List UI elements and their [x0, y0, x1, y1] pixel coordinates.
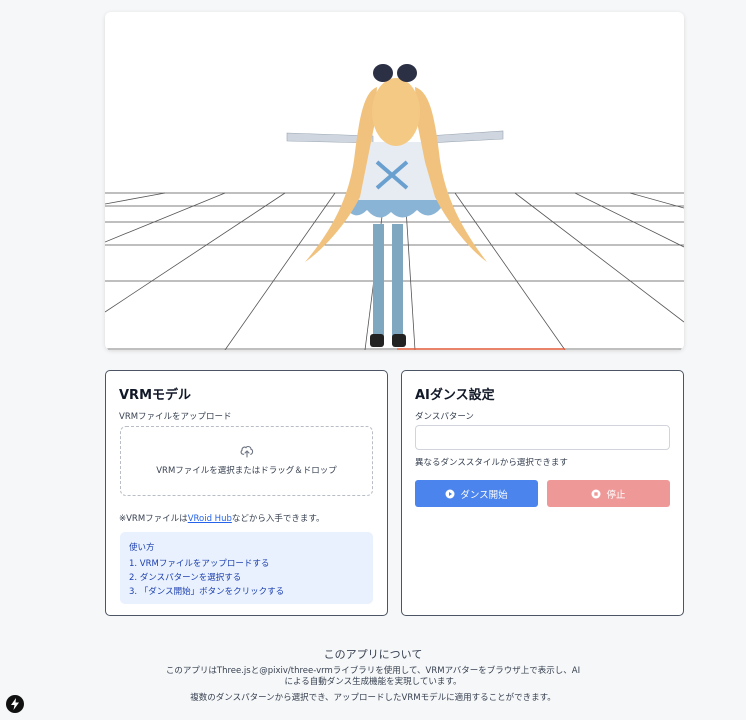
howto-step: 2. ダンスパターンを選択する: [129, 573, 242, 583]
lightning-icon: [11, 698, 19, 710]
dance-pattern-helper: 異なるダンススタイルから選択できます: [415, 458, 568, 468]
about-title: このアプリについて: [323, 648, 423, 661]
scene-canvas[interactable]: [105, 12, 684, 350]
stop-label: 停止: [606, 489, 626, 501]
vrm-avatar: [286, 64, 504, 347]
vroid-hub-link[interactable]: VRoid Hub: [188, 514, 232, 524]
dance-pattern-label: ダンスパターン: [415, 412, 474, 422]
about-text: による自動ダンス生成機能を実現しています。: [284, 677, 462, 687]
howto-title: 使い方: [129, 543, 155, 553]
dev-tools-badge[interactable]: [6, 695, 24, 713]
howto-step: 3. 「ダンス開始」ボタンをクリックする: [129, 587, 285, 597]
dropzone-text: VRMファイルを選択またはドラッグ＆ドロップ: [156, 466, 337, 476]
stop-icon: [591, 489, 601, 498]
dance-settings-card: AIダンス設定 ダンスパターン 異なるダンススタイルから選択できます ダンス開始…: [401, 370, 684, 616]
note-suffix: などから入手できます。: [231, 514, 325, 524]
about-text: このアプリはThree.jsと@pixiv/three-vrmライブラリを使用し…: [165, 666, 581, 676]
upload-cloud-icon: [240, 445, 254, 458]
vrm-card-title: VRMモデル: [119, 388, 192, 403]
upload-label: VRMファイルをアップロード: [119, 412, 232, 422]
vrm-source-note: ※VRMファイルはVRoid Hubなどから入手できます。: [119, 512, 325, 524]
vrm-dropzone[interactable]: VRMファイルを選択またはドラッグ＆ドロップ: [120, 426, 373, 496]
stop-button[interactable]: 停止: [547, 480, 670, 507]
play-icon: [445, 489, 455, 498]
note-prefix: ※VRMファイルは: [119, 514, 188, 524]
howto-box: 使い方 1. VRMファイルをアップロードする 2. ダンスパターンを選択する …: [120, 532, 373, 604]
howto-step: 1. VRMファイルをアップロードする: [129, 559, 270, 569]
about-text: 複数のダンスパターンから選択でき、アップロードしたVRMモデルに適用することがで…: [190, 693, 556, 703]
vrm-model-card: VRMモデル VRMファイルをアップロード VRMファイルを選択またはドラッグ＆…: [105, 370, 388, 616]
dance-card-title: AIダンス設定: [415, 388, 495, 403]
start-dance-button[interactable]: ダンス開始: [415, 480, 538, 507]
start-dance-label: ダンス開始: [460, 489, 508, 501]
dance-pattern-select[interactable]: [415, 425, 670, 450]
vrm-3d-viewer[interactable]: [105, 12, 684, 350]
